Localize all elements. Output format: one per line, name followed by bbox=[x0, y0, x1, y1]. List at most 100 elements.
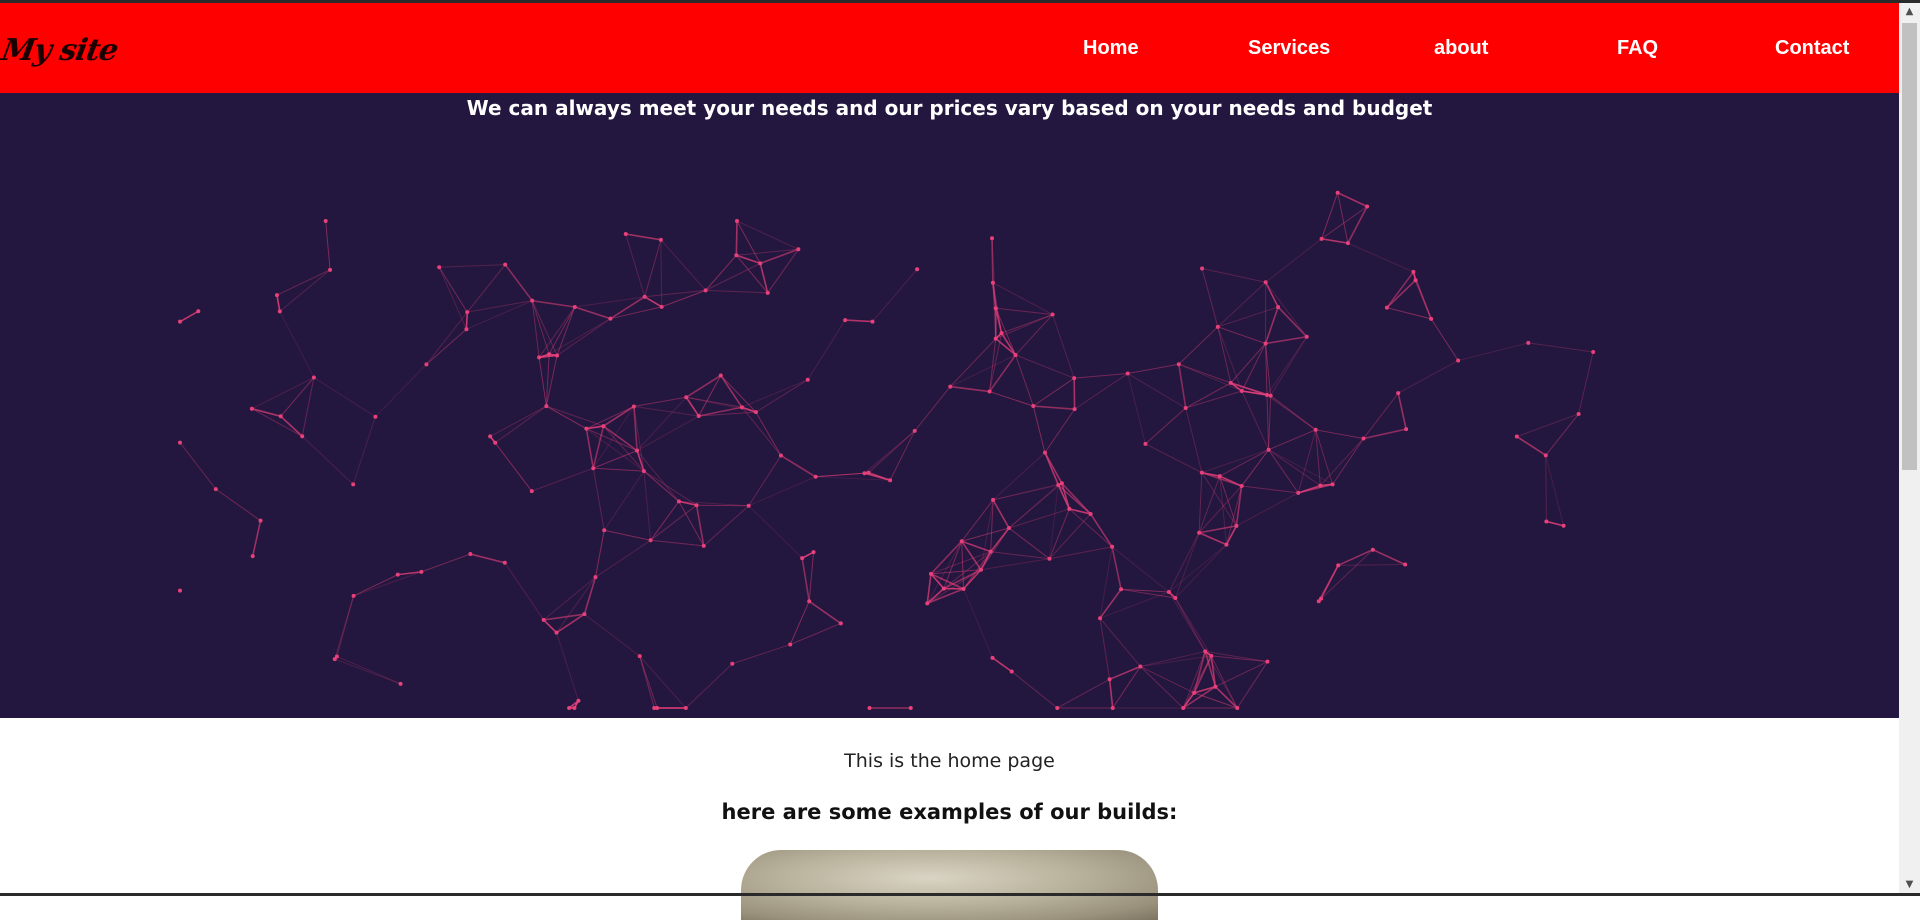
network-particle bbox=[1234, 524, 1238, 528]
network-line bbox=[1242, 344, 1266, 391]
network-particle bbox=[868, 706, 872, 710]
nav-about[interactable]: about bbox=[1434, 37, 1488, 60]
network-particle bbox=[1138, 664, 1142, 668]
hero-tagline: We can always meet your needs and our pr… bbox=[0, 93, 1899, 123]
network-line bbox=[964, 589, 993, 658]
network-particle bbox=[1089, 512, 1093, 516]
network-line bbox=[1202, 268, 1266, 282]
network-line bbox=[1319, 550, 1373, 602]
network-line bbox=[1175, 598, 1211, 656]
network-particle bbox=[1265, 393, 1269, 397]
network-particle bbox=[779, 454, 783, 458]
network-line bbox=[1528, 343, 1593, 352]
network-line bbox=[1218, 282, 1266, 327]
network-line bbox=[927, 589, 944, 604]
network-particle bbox=[1577, 412, 1581, 416]
chevron-up-icon[interactable]: ▲ bbox=[1899, 3, 1920, 20]
network-particle bbox=[1031, 404, 1035, 408]
network-particle bbox=[1269, 394, 1273, 398]
network-particle bbox=[530, 489, 534, 493]
network-line bbox=[314, 378, 376, 417]
network-line bbox=[1298, 484, 1332, 492]
network-particles bbox=[178, 191, 1595, 710]
network-line bbox=[253, 521, 261, 556]
network-line bbox=[706, 263, 761, 290]
vertical-scrollbar[interactable]: ▲ ▼ bbox=[1899, 3, 1920, 893]
network-particle bbox=[979, 568, 983, 572]
network-line bbox=[326, 221, 330, 270]
network-particle bbox=[1371, 548, 1375, 552]
network-line bbox=[1322, 206, 1368, 238]
network-line bbox=[1140, 666, 1194, 692]
network-particle bbox=[503, 263, 507, 267]
hero-section: We can always meet your needs and our pr… bbox=[0, 93, 1899, 718]
network-particle bbox=[178, 320, 182, 324]
network-line bbox=[439, 267, 466, 329]
network-line bbox=[1218, 327, 1266, 344]
network-line bbox=[1267, 395, 1269, 450]
network-particle bbox=[638, 654, 642, 658]
network-line bbox=[644, 471, 651, 540]
network-line bbox=[1398, 361, 1458, 394]
network-particle bbox=[1200, 471, 1204, 475]
network-particle bbox=[493, 441, 497, 445]
network-line bbox=[816, 473, 865, 476]
network-particle bbox=[437, 265, 441, 269]
network-particle bbox=[178, 589, 182, 593]
network-particle bbox=[1200, 266, 1204, 270]
network-line bbox=[732, 645, 790, 664]
network-particle bbox=[734, 253, 738, 257]
network-particle bbox=[989, 550, 993, 554]
network-particle bbox=[806, 378, 810, 382]
network-line bbox=[644, 471, 697, 505]
network-line bbox=[1012, 671, 1058, 708]
network-line bbox=[1002, 315, 1053, 334]
network-particle bbox=[1181, 706, 1185, 710]
nav-contact[interactable]: Contact bbox=[1775, 37, 1849, 60]
network-line bbox=[1016, 355, 1075, 378]
network-particle bbox=[807, 599, 811, 603]
network-line bbox=[1186, 391, 1242, 408]
network-particle bbox=[373, 415, 377, 419]
network-line bbox=[845, 320, 872, 322]
network-line bbox=[742, 380, 808, 408]
network-line bbox=[1202, 450, 1269, 473]
network-line bbox=[544, 620, 557, 633]
network-line bbox=[1199, 473, 1202, 533]
chevron-down-icon[interactable]: ▼ bbox=[1899, 876, 1920, 893]
network-particle bbox=[702, 544, 706, 548]
network-particle bbox=[1404, 427, 1408, 431]
network-line bbox=[1322, 239, 1348, 243]
network-particle bbox=[1177, 362, 1181, 366]
network-particle bbox=[740, 405, 744, 409]
scrollbar-thumb[interactable] bbox=[1902, 23, 1917, 470]
nav-home[interactable]: Home bbox=[1083, 37, 1139, 60]
network-line bbox=[950, 387, 989, 392]
network-particle bbox=[1235, 706, 1239, 710]
network-particle bbox=[1331, 482, 1335, 486]
network-line bbox=[1278, 307, 1307, 337]
network-particle bbox=[929, 572, 933, 576]
network-particle bbox=[591, 466, 595, 470]
network-line bbox=[532, 468, 593, 491]
network-line bbox=[595, 540, 650, 577]
network-particle bbox=[695, 503, 699, 507]
network-line bbox=[721, 375, 742, 407]
network-particle bbox=[1264, 342, 1268, 346]
network-particle bbox=[1007, 526, 1011, 530]
network-line bbox=[586, 429, 593, 469]
network-particle bbox=[503, 561, 507, 565]
network-particle bbox=[659, 238, 663, 242]
network-line bbox=[353, 417, 375, 485]
nav-faq[interactable]: FAQ bbox=[1617, 37, 1658, 60]
nav-services[interactable]: Services bbox=[1248, 37, 1330, 60]
network-line bbox=[354, 575, 398, 596]
network-line bbox=[1373, 550, 1405, 565]
network-particle bbox=[1361, 437, 1365, 441]
site-logo[interactable]: My site bbox=[0, 33, 120, 68]
network-particle bbox=[1119, 587, 1123, 591]
network-particle bbox=[652, 706, 656, 710]
network-line bbox=[651, 501, 679, 540]
network-particle bbox=[1098, 616, 1102, 620]
network-particle bbox=[994, 306, 998, 310]
